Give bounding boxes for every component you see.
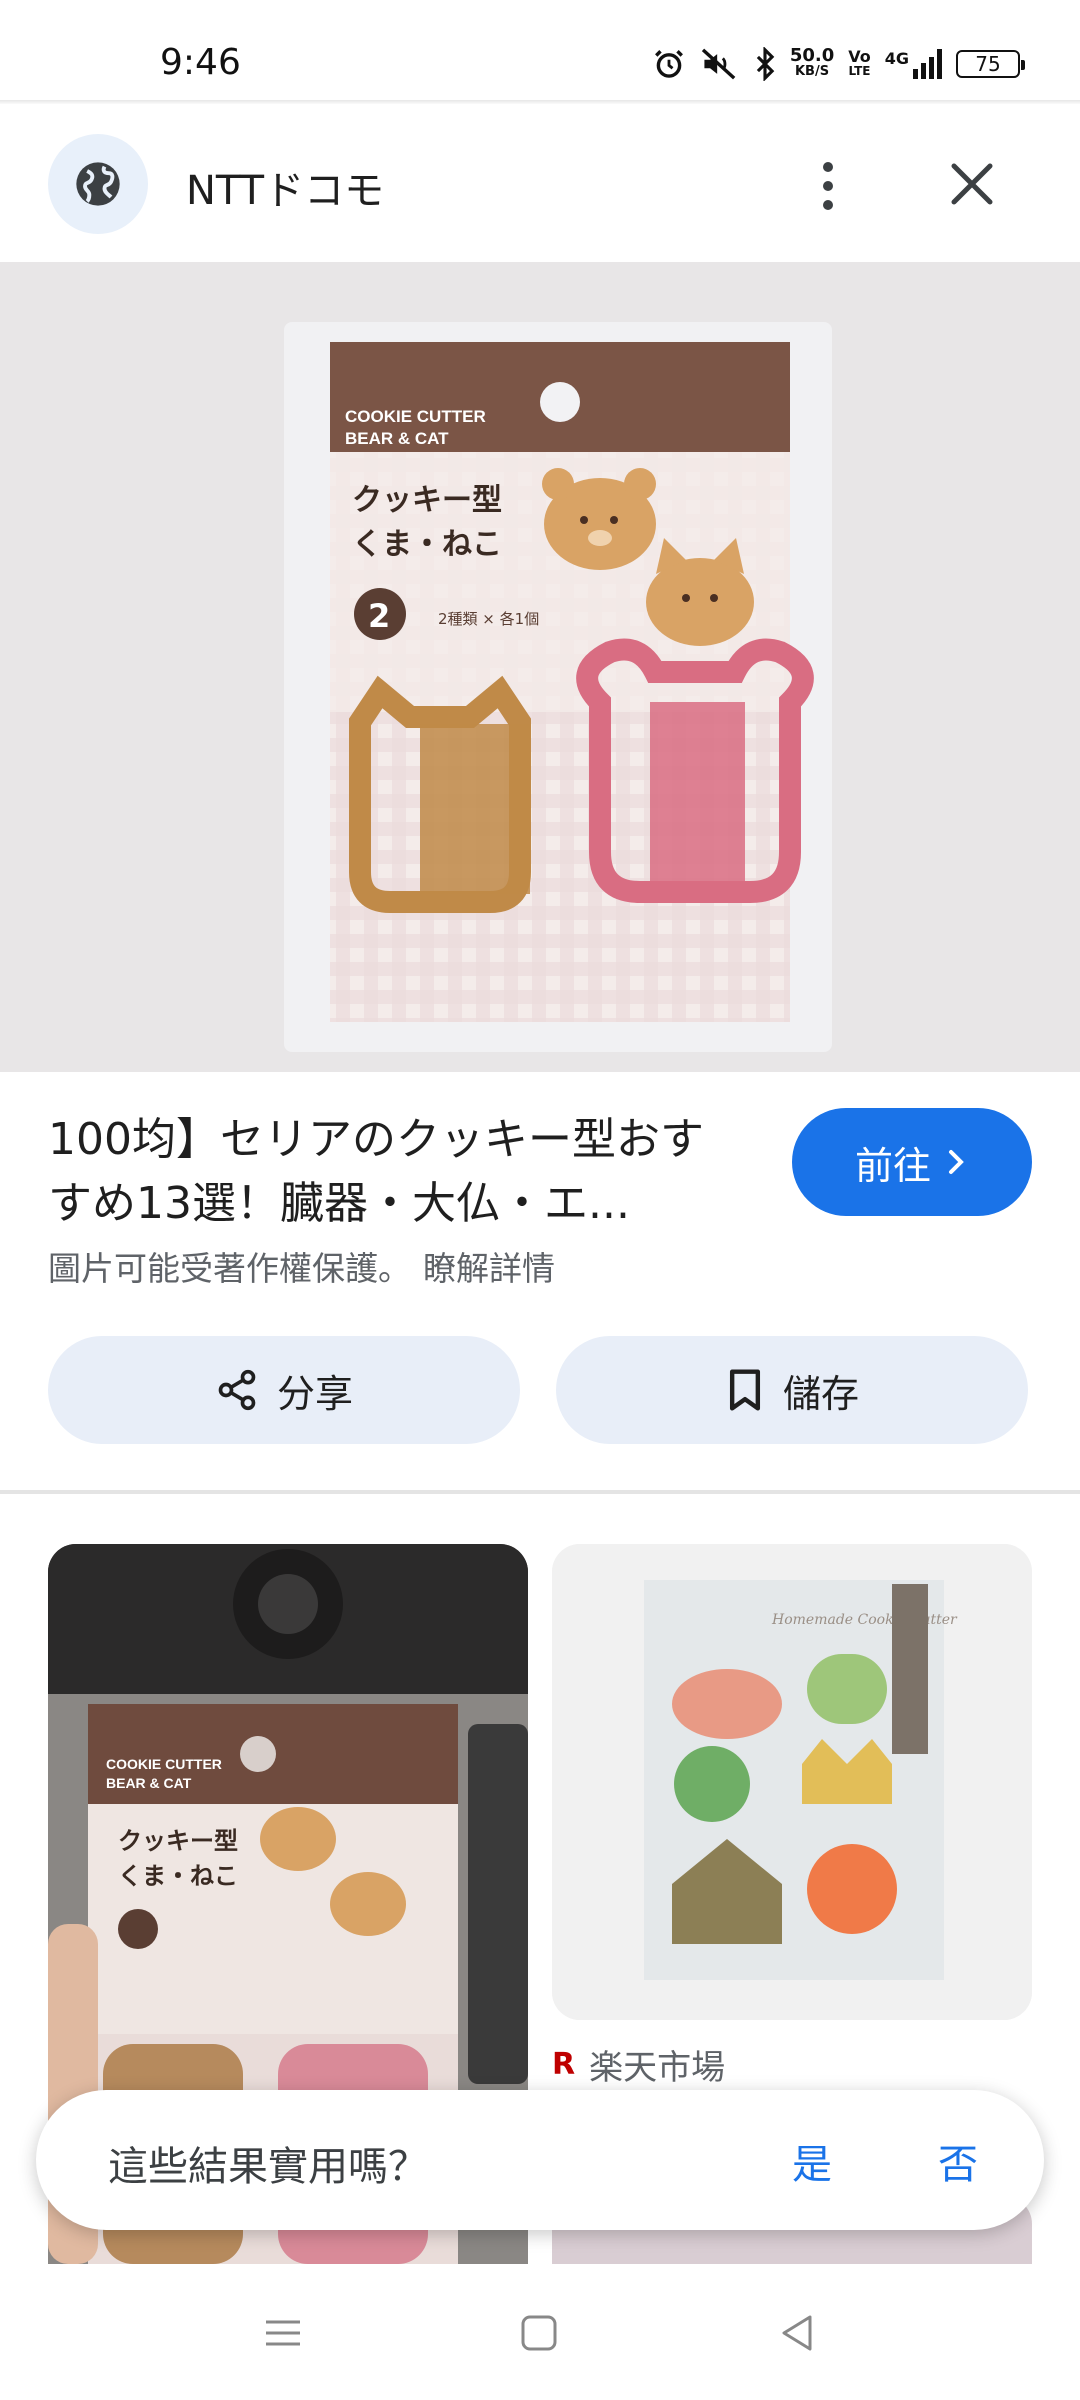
mute-icon <box>701 48 736 80</box>
share-button[interactable]: 分享 <box>48 1336 520 1444</box>
card2-caption: Homemade Cookie Cutter <box>771 1612 958 1628</box>
hero-variants: 2種類 × 各1個 <box>438 610 539 628</box>
learn-more-link[interactable]: 瞭解詳情 <box>423 1249 555 1288</box>
network-type: 4G <box>884 49 909 68</box>
globe-icon[interactable] <box>48 134 148 234</box>
card1-jp-1: クッキー型 <box>118 1827 238 1855</box>
cell-signal: 4G <box>885 49 942 79</box>
speed-unit: KB/S <box>794 64 830 79</box>
hero-count: 2 <box>368 597 390 635</box>
battery-icon: 75 <box>956 50 1025 78</box>
hero-label-en-1: COOKIE CUTTER <box>345 407 486 426</box>
network-speed: 50.0 KB/S <box>789 45 835 80</box>
copyright-text: 圖片可能受著作權保護。 <box>48 1249 411 1288</box>
card2-source[interactable]: R 楽天市場 <box>552 2040 725 2089</box>
card1-jp-2: くま・ねこ <box>118 1862 238 1890</box>
share-label: 分享 <box>276 1371 353 1416</box>
section-divider <box>0 1490 1080 1494</box>
signal-icon <box>913 49 942 79</box>
volte-indicator: Vo LTE <box>848 49 871 79</box>
bookmark-icon <box>729 1369 761 1411</box>
chevron-right-icon <box>949 1150 964 1174</box>
volte-top: Vo <box>848 47 871 66</box>
hero-label-en-2: BEAR & CAT <box>345 429 449 448</box>
visit-button-label: 前往 <box>854 1143 931 1188</box>
save-button[interactable]: 儲存 <box>556 1336 1028 1444</box>
home-icon[interactable] <box>518 2312 560 2354</box>
close-icon[interactable] <box>940 152 1004 216</box>
status-time: 9:46 <box>160 42 241 83</box>
source-header: NTTドコモ <box>0 104 1080 264</box>
volte-bottom: LTE <box>848 64 871 78</box>
feedback-prompt: 這些結果實用嗎？ 是 否 <box>36 2090 1044 2230</box>
battery-level: 75 <box>975 52 1001 76</box>
feedback-question: 這些結果實用嗎？ <box>108 2144 428 2190</box>
rakuten-logo: R <box>552 2047 576 2082</box>
share-icon <box>218 1369 256 1411</box>
result-image[interactable]: COOKIE CUTTER BEAR & CAT クッキー型 くま・ねこ 2 2… <box>0 262 1080 1072</box>
result-title[interactable]: 100均】セリアのクッキー型おすすめ13選！臓器・大仏・エ... <box>48 1108 728 1236</box>
visit-button[interactable]: 前往 <box>792 1108 1032 1216</box>
status-bar: 9:46 50.0 KB/S Vo LTE 4G 75 <box>0 0 1080 100</box>
alarm-icon <box>654 50 683 78</box>
copyright-notice: 圖片可能受著作權保護。 瞭解詳情 <box>48 1242 555 1290</box>
related-image-2: Homemade Cookie Cutter <box>552 1544 1032 2020</box>
hero-label-jp-2: くま・ねこ <box>352 527 502 562</box>
more-vert-icon[interactable] <box>800 150 856 222</box>
card1-en-2: BEAR & CAT <box>106 1775 192 1791</box>
card2-source-name: 楽天市場 <box>589 2048 726 2088</box>
bluetooth-icon <box>756 47 775 81</box>
feedback-no-button[interactable]: 否 <box>938 2132 978 2190</box>
related-result-card[interactable]: Homemade Cookie Cutter <box>552 1544 1032 2020</box>
status-icons: 50.0 KB/S Vo LTE 4G 75 <box>652 44 1025 84</box>
site-name[interactable]: NTTドコモ <box>186 158 384 216</box>
speed-value: 50.0 <box>789 45 835 66</box>
back-icon[interactable] <box>776 2312 818 2354</box>
hero-label-jp-1: クッキー型 <box>352 483 502 518</box>
card1-en-1: COOKIE CUTTER <box>106 1756 222 1772</box>
cookie-cutter-package-image: COOKIE CUTTER BEAR & CAT クッキー型 くま・ねこ 2 2… <box>0 262 1080 1072</box>
save-label: 儲存 <box>782 1371 859 1416</box>
feedback-yes-button[interactable]: 是 <box>792 2132 832 2190</box>
menu-icon[interactable] <box>262 2312 304 2354</box>
system-nav-bar <box>0 2268 1080 2400</box>
